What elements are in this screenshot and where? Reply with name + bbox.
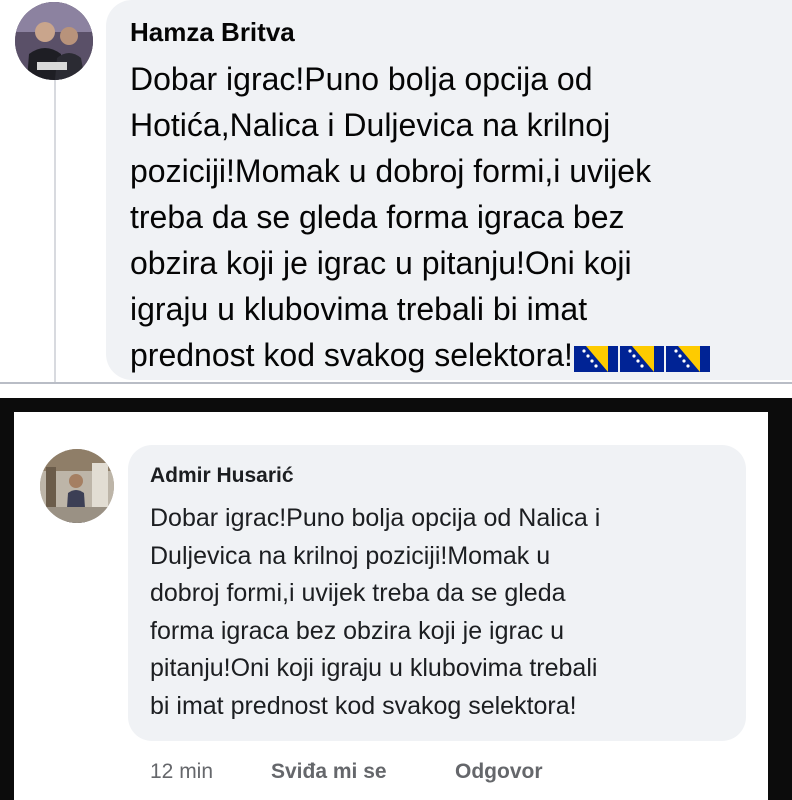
comment-line: prednost kod svakog selektora! (130, 337, 573, 373)
reply-button[interactable]: Odgovor (455, 760, 543, 784)
comment-author[interactable]: Admir Husarić (150, 464, 294, 488)
comment-line: treba da se gleda forma igraca bez (130, 199, 625, 235)
divider (0, 382, 792, 384)
like-button[interactable]: Sviđa mi se (271, 760, 387, 784)
bosnia-flag-icon (573, 338, 618, 384)
comment-text: Dobar igrac!Puno bolja opcija od Nalica … (150, 500, 740, 725)
bosnia-flag-icon (665, 338, 710, 384)
comment-line: forma igraca bez obzira koji je igrac u (150, 616, 565, 645)
bosnia-flag-icon (619, 338, 664, 384)
comment-line: bi imat prednost kod svakog selektora! (150, 691, 577, 720)
avatar[interactable] (40, 449, 114, 523)
avatar[interactable] (15, 2, 93, 80)
person-avatar-icon (15, 2, 93, 80)
comment-line: dobroj formi,i uvijek treba da se gleda (150, 579, 566, 607)
comment-line: Hotića,Nalica i Duljevica na krilnoj (130, 107, 611, 143)
comment-line: pitanju!Oni koji igraju u klubovima treb… (150, 654, 598, 682)
comment-line: Dobar igrac!Puno bolja opcija od (130, 61, 593, 97)
comment-line-with-emoji: prednost kod svakog selektora! (130, 332, 790, 384)
flag-emoji-group (573, 338, 712, 384)
comment-line: obzira koji je igrac u pitanju!Oni koji (130, 245, 632, 281)
comment-timestamp[interactable]: 12 min (150, 760, 213, 784)
comment-line: poziciji!Momak u dobroj formi,i uvijek (130, 153, 652, 189)
comment-line: Duljevica na krilnoj poziciji!Momak u (150, 541, 551, 570)
comment-line: Dobar igrac!Puno bolja opcija od Nalica … (150, 504, 601, 532)
comment-text: Dobar igrac!Puno bolja opcija od Hotića,… (130, 56, 790, 384)
thread-line (54, 80, 56, 382)
person-avatar-icon (40, 449, 114, 523)
comment-author[interactable]: Hamza Britva (130, 17, 295, 48)
comment-line: igraju u klubovima trebali bi imat (130, 291, 588, 327)
